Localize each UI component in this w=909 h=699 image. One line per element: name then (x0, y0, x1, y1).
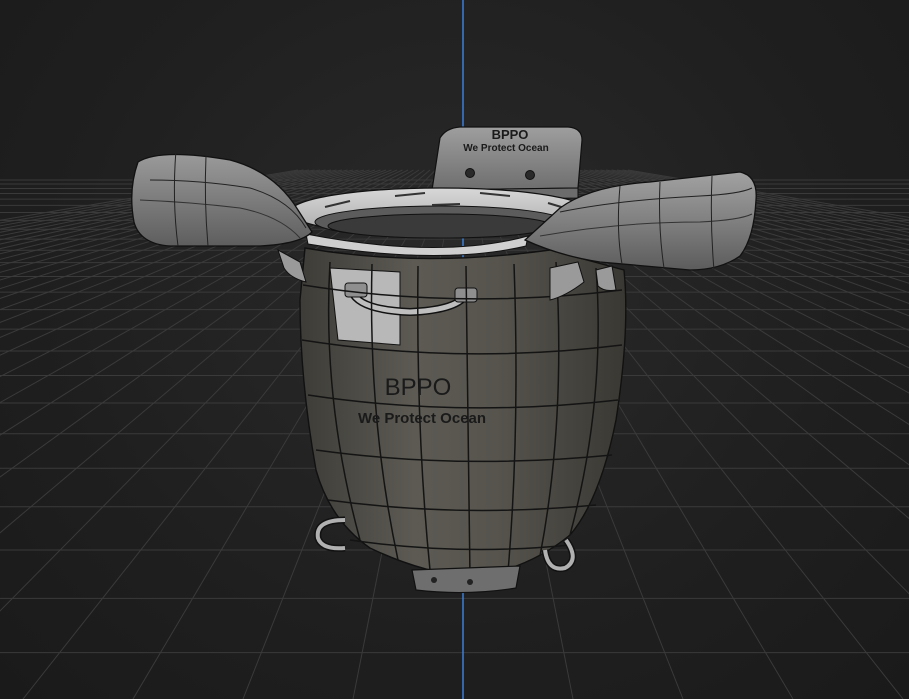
3d-model[interactable]: BPPO We Protect Ocean BPPO We Protect Oc… (131, 126, 757, 594)
viewport-canvas[interactable]: BPPO We Protect Ocean BPPO We Protect Oc… (0, 0, 909, 699)
grid-line (0, 169, 315, 230)
grid-line (0, 169, 354, 260)
body-brand: BPPO (385, 374, 452, 401)
3d-viewport[interactable]: BPPO We Protect Ocean BPPO We Protect Oc… (0, 0, 909, 699)
back-panel-slogan: We Protect Ocean (463, 143, 548, 154)
grid-line (0, 169, 337, 245)
grid-line (0, 169, 299, 221)
bottom-cap (411, 565, 521, 594)
main-body: BPPO We Protect Ocean (299, 247, 627, 579)
back-panel-brand: BPPO (492, 127, 529, 142)
grid-line (0, 169, 326, 237)
body-slogan: We Protect Ocean (358, 410, 486, 427)
grid-line (0, 169, 343, 250)
grid-line (0, 169, 304, 224)
grid-line (0, 169, 310, 227)
